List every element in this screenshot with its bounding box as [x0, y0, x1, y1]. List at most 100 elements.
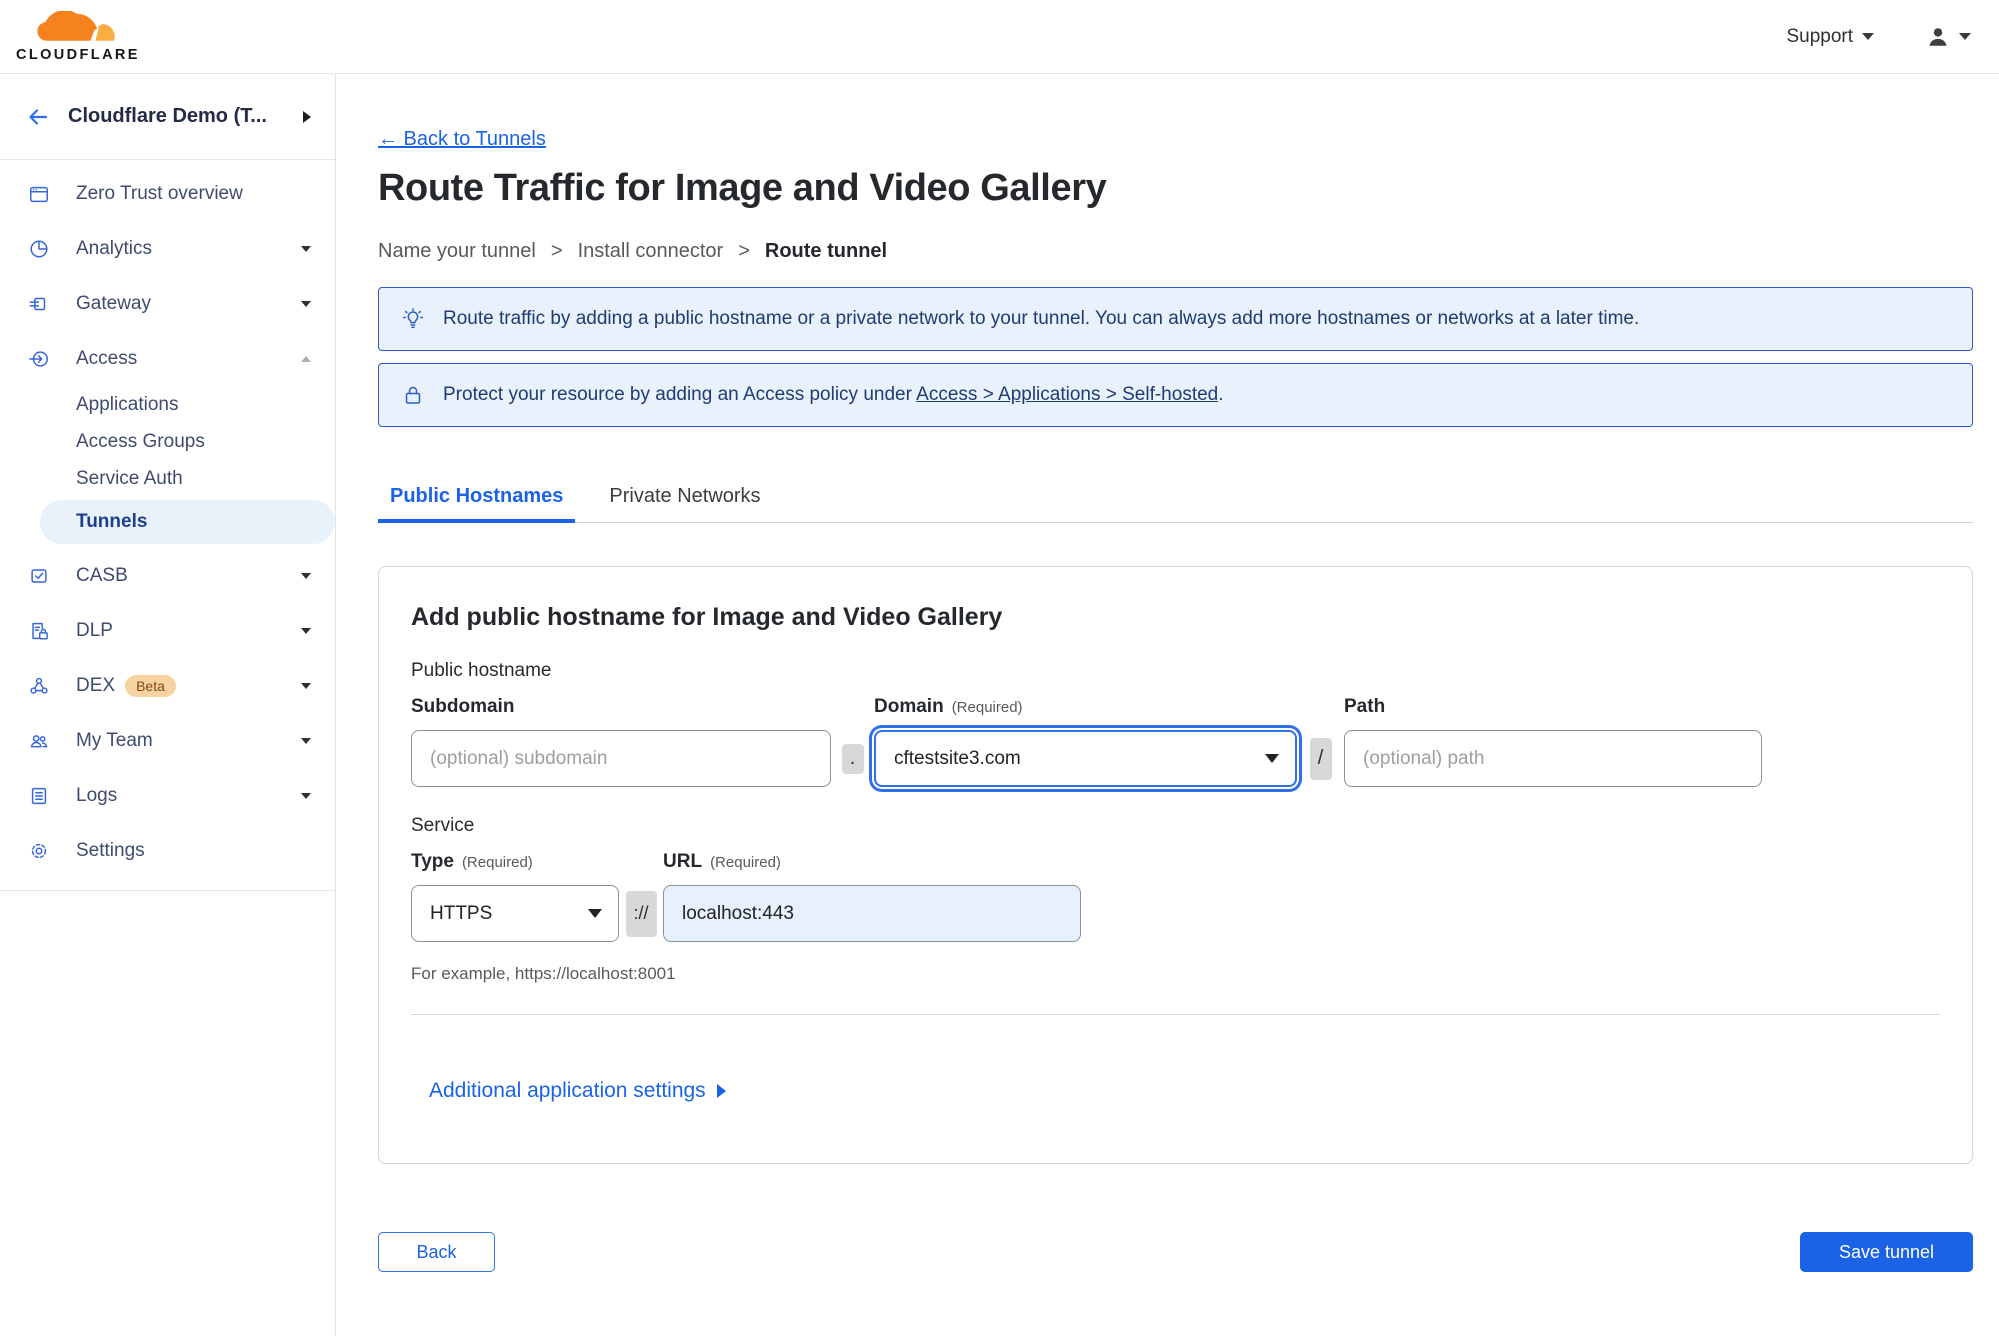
service-url-input[interactable] — [663, 885, 1081, 942]
service-type-select[interactable]: HTTPS — [411, 885, 619, 942]
tab-public-hostnames[interactable]: Public Hostnames — [378, 485, 576, 523]
breadcrumb: Name your tunnel > Install connector > R… — [378, 240, 1973, 263]
gateway-icon — [28, 293, 50, 315]
save-tunnel-button[interactable]: Save tunnel — [1800, 1232, 1973, 1272]
beta-badge: Beta — [125, 674, 176, 697]
lightbulb-icon — [401, 307, 425, 331]
breadcrumb-step-install-connector[interactable]: Install connector — [578, 240, 724, 263]
back-to-tunnels-link[interactable]: ← Back to Tunnels — [378, 128, 546, 151]
sidebar-item-casb[interactable]: CASB — [0, 548, 335, 603]
additional-application-settings-toggle[interactable]: Additional application settings — [429, 1079, 726, 1103]
sidebar-divider — [0, 890, 335, 891]
sidebar-item-zero-trust-overview[interactable]: Zero Trust overview — [0, 166, 335, 221]
sidebar-item-access[interactable]: Access — [0, 331, 335, 386]
support-menu[interactable]: Support — [1786, 26, 1874, 48]
public-hostname-section-label: Public hostname — [411, 660, 552, 681]
domain-select-value: cftestsite3.com — [894, 747, 1021, 769]
sidebar-item-service-auth[interactable]: Service Auth — [0, 460, 335, 497]
sidebar-header: Cloudflare Demo (T... — [0, 74, 335, 160]
sidebar-item-tunnels[interactable]: Tunnels — [40, 500, 335, 544]
required-hint: (Required) — [710, 854, 781, 871]
sidebar-item-label: DLP — [76, 619, 113, 641]
sidebar-item-dex[interactable]: DEX Beta — [0, 658, 335, 713]
sidebar-item-label: Access — [76, 347, 138, 369]
sidebar-subitem-label: Service Auth — [76, 467, 183, 489]
chevron-right-icon — [716, 1084, 726, 1098]
tab-bar: Public Hostnames Private Networks — [378, 485, 1973, 523]
slash-separator: / — [1309, 737, 1332, 780]
info-banner-route-traffic: Route traffic by adding a public hostnam… — [378, 287, 1973, 351]
required-hint: (Required) — [461, 854, 533, 871]
sidebar-subitem-label: Access Groups — [76, 430, 205, 452]
chevron-down-icon — [301, 300, 311, 307]
info-banner-access-policy: Protect your resource by adding an Acces… — [378, 363, 1973, 427]
domain-label: Domain (Required) — [874, 696, 1023, 717]
sidebar-item-label: DEX Beta — [76, 674, 275, 697]
chevron-down-icon — [588, 909, 602, 918]
url-example-hint: For example, https://localhost:8001 — [411, 964, 676, 983]
card-heading: Add public hostname for Image and Video … — [411, 603, 1003, 631]
service-section-label: Service — [411, 815, 475, 836]
page-title: Route Traffic for Image and Video Galler… — [378, 167, 1107, 209]
path-label: Path — [1344, 696, 1386, 717]
add-public-hostname-card: Add public hostname for Image and Video … — [378, 566, 1973, 1164]
sidebar-item-label: CASB — [76, 564, 128, 586]
service-type-value: HTTPS — [430, 902, 493, 924]
chevron-down-icon — [301, 572, 311, 579]
sidebar-item-applications[interactable]: Applications — [0, 386, 335, 423]
service-fields: Type (Required) URL (Required) HTTPS :// — [411, 851, 1940, 942]
card-divider — [411, 1014, 1940, 1015]
chevron-down-icon — [1959, 33, 1971, 40]
sidebar-item-access-groups[interactable]: Access Groups — [0, 423, 335, 460]
top-bar-right: Support — [1786, 25, 1971, 49]
back-button[interactable]: Back — [378, 1232, 495, 1272]
chevron-down-icon — [301, 682, 311, 689]
sidebar-item-my-team[interactable]: My Team — [0, 713, 335, 768]
breadcrumb-step-name-your-tunnel[interactable]: Name your tunnel — [378, 240, 536, 263]
type-label: Type (Required) — [411, 851, 533, 872]
wizard-actions: Back Save tunnel — [378, 1232, 1973, 1272]
sidebar-item-dlp[interactable]: DLP — [0, 603, 335, 658]
dex-icon — [28, 675, 50, 697]
url-label: URL (Required) — [663, 851, 781, 872]
chevron-down-icon — [301, 627, 311, 634]
cloudflare-logo[interactable]: CLOUDFLARE — [16, 10, 140, 63]
scheme-separator: :// — [625, 890, 657, 937]
main-content: ← Back to Tunnels Route Traffic for Imag… — [336, 74, 1999, 1336]
analytics-icon — [28, 238, 50, 260]
chevron-up-icon — [301, 355, 311, 362]
sidebar-item-settings[interactable]: Settings — [0, 823, 335, 878]
dlp-icon — [28, 620, 50, 642]
domain-select[interactable]: cftestsite3.com — [874, 730, 1297, 787]
tab-private-networks[interactable]: Private Networks — [597, 485, 772, 522]
additional-settings-label: Additional application settings — [429, 1079, 706, 1102]
chevron-down-icon — [301, 245, 311, 252]
logs-icon — [28, 785, 50, 807]
required-hint: (Required) — [951, 699, 1023, 716]
public-hostname-fields: Subdomain Domain(Required) Path . cftest… — [411, 696, 1940, 787]
sidebar-item-analytics[interactable]: Analytics — [0, 221, 335, 276]
chevron-down-icon — [1265, 754, 1279, 763]
casb-icon — [28, 565, 50, 587]
sidebar-item-label: My Team — [76, 729, 153, 751]
path-input[interactable] — [1344, 730, 1762, 787]
access-icon — [28, 348, 50, 370]
sidebar-subitem-label: Tunnels — [76, 511, 148, 532]
sidebar-item-logs[interactable]: Logs — [0, 768, 335, 823]
sidebar-item-label: Settings — [76, 839, 145, 861]
sidebar: Cloudflare Demo (T... Zero Trust overvie… — [0, 74, 336, 1336]
collapse-sidebar-icon[interactable] — [303, 110, 311, 123]
banner-text: Route traffic by adding a public hostnam… — [443, 308, 1640, 329]
sidebar-item-label: Analytics — [76, 237, 153, 259]
subdomain-input[interactable] — [411, 730, 831, 787]
dot-separator: . — [841, 743, 864, 774]
cloudflare-cloud-icon — [37, 10, 115, 41]
top-bar: CLOUDFLARE Support — [0, 0, 1999, 74]
user-menu[interactable] — [1926, 25, 1971, 49]
access-applications-self-hosted-link[interactable]: Access > Applications > Self-hosted — [916, 384, 1218, 405]
team-icon — [28, 730, 50, 752]
sidebar-item-gateway[interactable]: Gateway — [0, 276, 335, 331]
back-arrow-icon[interactable] — [26, 105, 50, 129]
sidebar-item-label: Zero Trust overview — [76, 182, 243, 204]
banner-text: Protect your resource by adding an Acces… — [443, 384, 1224, 405]
